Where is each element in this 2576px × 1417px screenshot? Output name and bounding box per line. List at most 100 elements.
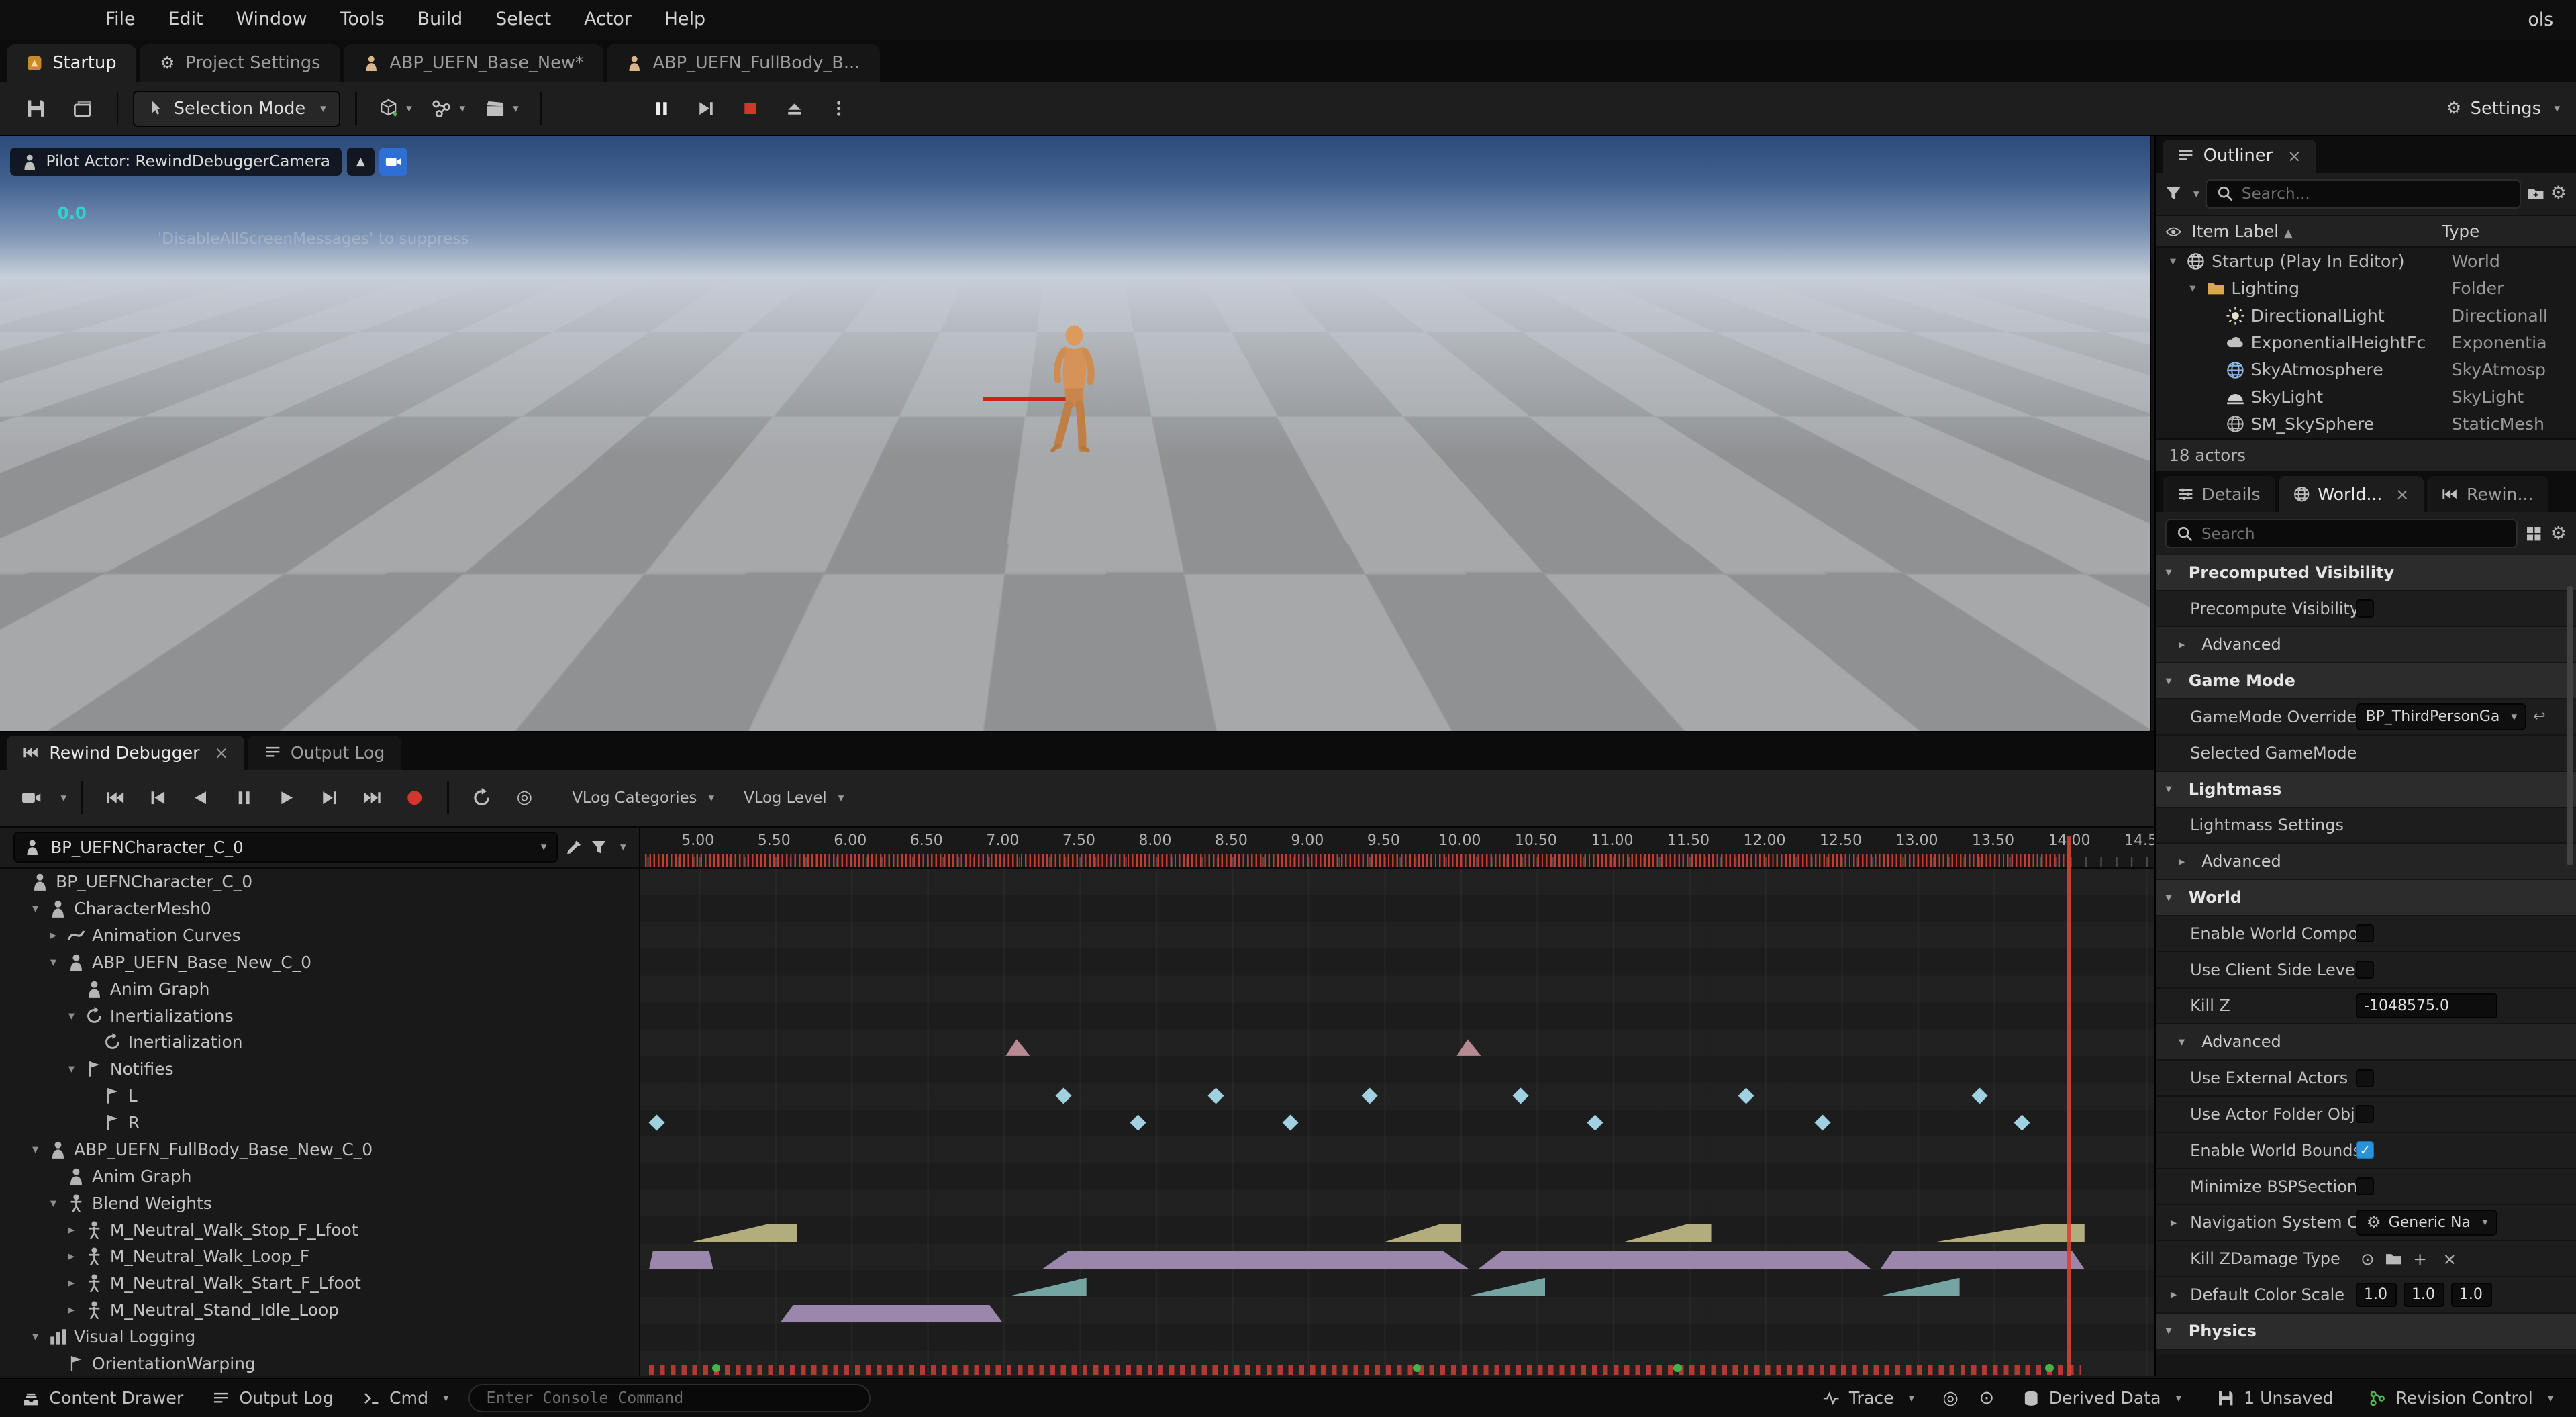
notify-event[interactable] <box>1362 1087 1378 1104</box>
details-row-gamemode-override[interactable]: GameMode OverrideBP_ThirdPersonGa▾↩ <box>2156 699 2576 736</box>
trace-dropdown[interactable]: Trace ▾ <box>1813 1388 1924 1408</box>
details-settings-icon[interactable]: ⚙ <box>2550 525 2567 543</box>
menu-edit[interactable]: Edit <box>152 0 219 40</box>
stop-piloting-button[interactable]: ▲ <box>347 148 375 176</box>
rewind-tree-item-notifies[interactable]: ▾Notifies <box>0 1056 639 1083</box>
display-options-icon[interactable] <box>2526 526 2542 542</box>
expander-icon[interactable]: ▾ <box>64 1009 79 1023</box>
filter-icon[interactable] <box>591 839 607 855</box>
input-default-color-scale-1[interactable] <box>2404 1283 2444 1308</box>
vlog-categories-dropdown[interactable]: VLog Categories▾ <box>572 789 714 807</box>
expander-icon[interactable]: ▾ <box>2165 1324 2180 1338</box>
insights-icon[interactable]: ◎ <box>1940 1388 1960 1408</box>
rewind-tree-item-inertializations[interactable]: ▾Inertializations <box>0 1002 639 1029</box>
rewind-tree-item-visual-logging[interactable]: ▾Visual Logging <box>0 1324 639 1351</box>
details-row-kill-z[interactable]: Kill Z <box>2156 989 2576 1025</box>
notify-event[interactable] <box>1738 1087 1754 1104</box>
notify-event[interactable] <box>1513 1087 1529 1104</box>
tab-rewind-debugger[interactable]: Rewind Debugger× <box>7 736 245 770</box>
details-row-enable-world-compositi[interactable]: Enable World Compositi... <box>2156 916 2576 952</box>
inertialization-event[interactable] <box>1456 1039 1481 1055</box>
rewind-tree-item-inertialization[interactable]: Inertialization <box>0 1029 639 1056</box>
input-default-color-scale-0[interactable] <box>2356 1283 2397 1308</box>
editor-tab-startup[interactable]: Startup <box>7 44 136 82</box>
expander-icon[interactable]: ▾ <box>46 955 61 969</box>
outliner-row-startup-play-in-editor[interactable]: ▾Startup (Play In Editor)World <box>2156 248 2576 275</box>
details-row-lightmass-settings[interactable]: Lightmass Settings <box>2156 808 2576 844</box>
expander-icon[interactable]: ▾ <box>46 1196 61 1210</box>
expander-icon[interactable]: ▸ <box>64 1249 79 1263</box>
rewind-tree-item-blend-weights[interactable]: ▾Blend Weights <box>0 1189 639 1216</box>
rewind-tree-item-l[interactable]: L <box>0 1083 639 1110</box>
rewind-tree-item-abp-uefn-base-new-c-0[interactable]: ▾ABP_UEFN_Base_New_C_0 <box>0 948 639 975</box>
details-section-world[interactable]: ▾World <box>2156 880 2576 916</box>
editor-tab-abp-uefn-fullbody-b[interactable]: ABP_UEFN_FullBody_B... <box>607 44 880 82</box>
details-section-game-mode[interactable]: ▾Game Mode <box>2156 663 2576 699</box>
checkbox-enable-world-bounds-c[interactable]: ✓ <box>2356 1141 2374 1159</box>
tab-output-log[interactable]: Output Log <box>248 736 401 770</box>
outliner-row-exponentialheightfc[interactable]: ExponentialHeightFcExponentia <box>2156 329 2576 356</box>
expander-icon[interactable]: ▸ <box>64 1303 79 1317</box>
notify-event[interactable] <box>1283 1114 1299 1130</box>
details-section-lightmass[interactable]: ▾Lightmass <box>2156 772 2576 808</box>
expander-icon[interactable]: ▾ <box>2165 674 2180 688</box>
column-type[interactable]: Type <box>2442 222 2567 241</box>
reset-to-default-icon[interactable]: ↩ <box>2533 708 2545 725</box>
blend-weight-curve[interactable] <box>1010 1278 1087 1296</box>
menu-window[interactable]: Window <box>219 0 324 40</box>
details-section-advanced[interactable]: ▾Advanced <box>2156 1024 2576 1061</box>
timeline-playhead[interactable] <box>2067 836 2071 1376</box>
menu-actor[interactable]: Actor <box>568 0 648 40</box>
notify-event[interactable] <box>1208 1087 1224 1104</box>
revision-control-dropdown[interactable]: Revision Control ▾ <box>2360 1388 2563 1408</box>
checkbox-use-actor-folder-objects[interactable] <box>2356 1105 2374 1123</box>
pilot-actor-label[interactable]: Pilot Actor: RewindDebuggerCamera <box>10 148 342 176</box>
checkbox-use-external-actors[interactable] <box>2356 1069 2374 1087</box>
cmd-dropdown[interactable]: Cmd ▾ <box>353 1388 458 1408</box>
vlog-entries-band[interactable] <box>649 1365 2081 1375</box>
stop-button[interactable] <box>730 89 770 128</box>
details-section-physics[interactable]: ▾Physics <box>2156 1314 2576 1350</box>
skip-to-start-button[interactable] <box>98 780 134 816</box>
expander-icon[interactable]: ▸ <box>2171 1216 2184 1230</box>
clear-icon[interactable]: × <box>2438 1247 2461 1270</box>
filter-icon[interactable] <box>2165 185 2181 201</box>
details-row-precompute-visibility[interactable]: Precompute Visibility <box>2156 591 2576 628</box>
console-command-input[interactable] <box>468 1384 871 1412</box>
expander-icon[interactable]: ▾ <box>28 1142 43 1157</box>
tab-rewin[interactable]: Rewin... <box>2427 476 2548 512</box>
vlog-level-dropdown[interactable]: VLog Level▾ <box>744 789 844 807</box>
details-row-use-actor-folder-objects[interactable]: Use Actor Folder Objects <box>2156 1097 2576 1133</box>
combo-gamemode-override[interactable]: BP_ThirdPersonGa▾ <box>2356 703 2526 730</box>
pause-button[interactable] <box>642 89 681 128</box>
blend-weight-curve[interactable] <box>1469 1278 1546 1296</box>
expander-icon[interactable]: ▸ <box>2179 854 2193 869</box>
outliner-row-lighting[interactable]: ▾LightingFolder <box>2156 275 2576 302</box>
input-default-color-scale-2[interactable] <box>2451 1283 2492 1308</box>
blend-weight-curve[interactable] <box>1383 1224 1461 1242</box>
checkbox-precompute-visibility[interactable] <box>2356 599 2374 618</box>
expander-icon[interactable]: ▸ <box>46 928 61 942</box>
vlog-green-event[interactable] <box>2045 1364 2053 1372</box>
vlog-green-event[interactable] <box>1673 1364 1681 1372</box>
record-button[interactable] <box>397 780 433 816</box>
details-row-minimize-bspsections[interactable]: Minimize BSPSections <box>2156 1169 2576 1206</box>
details-row-use-client-side-level-str[interactable]: Use Client Side Level Str... <box>2156 952 2576 989</box>
notify-event[interactable] <box>1587 1114 1603 1130</box>
rewind-tree-item-animation-curves[interactable]: ▸Animation Curves <box>0 922 639 948</box>
save-button[interactable] <box>16 89 56 128</box>
play-reverse-button[interactable] <box>183 780 219 816</box>
rewind-tree-item-bp-uefncharacter-c-0[interactable]: BP_UEFNCharacter_C_0 <box>0 869 639 895</box>
checkbox-use-client-side-level-str[interactable] <box>2356 961 2374 979</box>
rewind-tree-item-r[interactable]: R <box>0 1110 639 1136</box>
outliner-search-input[interactable] <box>2242 185 2510 203</box>
details-section-advanced[interactable]: ▸Advanced <box>2156 844 2576 880</box>
notify-event[interactable] <box>648 1114 664 1130</box>
blend-weight-curve[interactable] <box>649 1251 713 1269</box>
step-back-button[interactable] <box>140 780 177 816</box>
details-row-default-color-scale[interactable]: ▸Default Color Scale <box>2156 1277 2576 1314</box>
rewind-tree-item-m-neutral-walk-loop-f[interactable]: ▸M_Neutral_Walk_Loop_F <box>0 1243 639 1270</box>
content-drawer-button[interactable]: Content Drawer <box>13 1388 193 1408</box>
close-icon[interactable]: × <box>214 743 228 763</box>
tab-details[interactable]: Details <box>2163 476 2275 512</box>
